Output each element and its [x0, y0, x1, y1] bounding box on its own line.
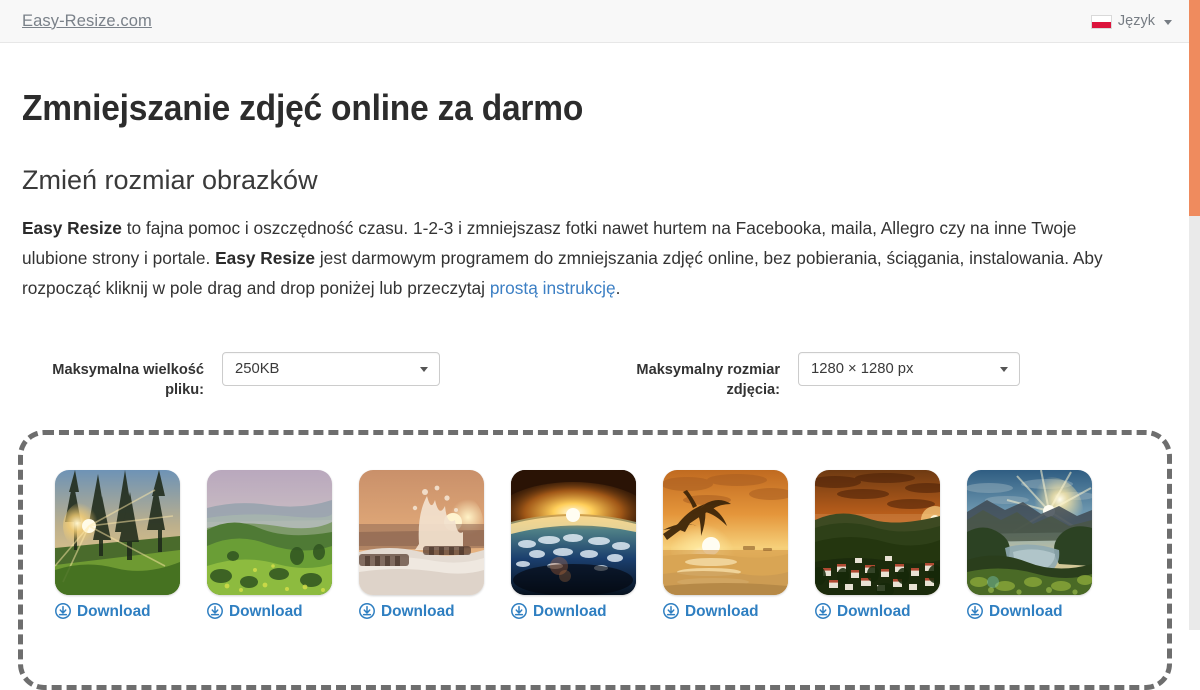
page-subtitle: Zmień rozmiar obrazków	[22, 164, 318, 195]
download-circle-icon	[359, 603, 375, 619]
download-label: Download	[685, 603, 759, 621]
download-link[interactable]: Download	[815, 603, 940, 621]
chevron-down-icon	[1000, 367, 1008, 372]
forest-sunrise-thumbnail[interactable]	[55, 470, 180, 595]
download-link[interactable]: Download	[663, 603, 788, 621]
chevron-down-icon	[1164, 19, 1172, 25]
filesize-label: Maksymalna wielkość pliku:	[52, 362, 204, 398]
download-circle-icon	[511, 603, 527, 619]
download-circle-icon	[207, 603, 223, 619]
list-item: Download	[55, 470, 180, 621]
page-content: Zmniejszanie zdjęć online za darmo Zmień…	[0, 43, 1190, 303]
language-label: Język	[1117, 12, 1155, 29]
list-item: Download	[815, 470, 940, 621]
list-item: Download	[359, 470, 484, 621]
list-item: Download	[207, 470, 332, 621]
mountain-lake-sunburst-thumbnail[interactable]	[967, 470, 1092, 595]
intro-text-3: .	[615, 278, 621, 299]
download-circle-icon	[663, 603, 679, 619]
top-navbar: Easy-Resize.com Język	[0, 0, 1190, 43]
filesize-option-group: Maksymalna wielkość pliku: 250KB	[38, 352, 440, 400]
page-scrollbar-thumb[interactable]	[1189, 0, 1200, 216]
palm-beach-sunset-thumbnail[interactable]	[663, 470, 788, 595]
page-scrollbar-track[interactable]	[1189, 0, 1200, 630]
instructions-link[interactable]: prostą instrukcję	[490, 278, 616, 298]
download-link[interactable]: Download	[967, 603, 1092, 621]
download-label: Download	[77, 603, 151, 621]
download-label: Download	[837, 603, 911, 621]
max-dimensions-value: 1280 × 1280 px	[811, 361, 914, 377]
list-item: Download	[663, 470, 788, 621]
max-dimensions-select[interactable]: 1280 × 1280 px	[798, 352, 1020, 386]
download-link[interactable]: Download	[207, 603, 332, 621]
intro-brand-2: Easy Resize	[215, 248, 316, 269]
download-circle-icon	[967, 603, 983, 619]
page-title: Zmniejszanie zdjęć online za darmo	[22, 87, 584, 128]
download-circle-icon	[815, 603, 831, 619]
ocean-wave-sunset-thumbnail[interactable]	[359, 470, 484, 595]
max-filesize-value: 250KB	[235, 361, 280, 377]
download-link[interactable]: Download	[511, 603, 636, 621]
dimensions-label: Maksymalny rozmiar zdjęcia:	[636, 362, 780, 398]
thumbnail-list: Download Download Download Download Down…	[55, 470, 1092, 621]
chevron-down-icon	[420, 367, 428, 372]
download-link[interactable]: Download	[55, 603, 180, 621]
flag-poland-icon	[1090, 15, 1112, 29]
download-label: Download	[229, 603, 303, 621]
list-item: Download	[511, 470, 636, 621]
earth-from-space-thumbnail[interactable]	[511, 470, 636, 595]
intro-brand-1: Easy Resize	[22, 218, 122, 239]
hillside-town-sunset-thumbnail[interactable]	[815, 470, 940, 595]
download-circle-icon	[55, 603, 71, 619]
green-hills-valley-thumbnail[interactable]	[207, 470, 332, 595]
download-link[interactable]: Download	[359, 603, 484, 621]
max-filesize-select[interactable]: 250KB	[222, 352, 440, 386]
language-selector[interactable]: Język	[1090, 12, 1172, 29]
options-row: Maksymalna wielkość pliku: 250KB Maksyma…	[0, 352, 1190, 412]
download-label: Download	[381, 603, 455, 621]
site-brand-link[interactable]: Easy-Resize.com	[22, 13, 152, 30]
list-item: Download	[967, 470, 1092, 621]
intro-paragraph: Easy Resize to fajna pomoc i oszczędność…	[22, 213, 1140, 303]
download-label: Download	[989, 603, 1063, 621]
download-label: Download	[533, 603, 607, 621]
dimensions-option-group: Maksymalny rozmiar zdjęcia: 1280 × 1280 …	[634, 352, 1020, 400]
